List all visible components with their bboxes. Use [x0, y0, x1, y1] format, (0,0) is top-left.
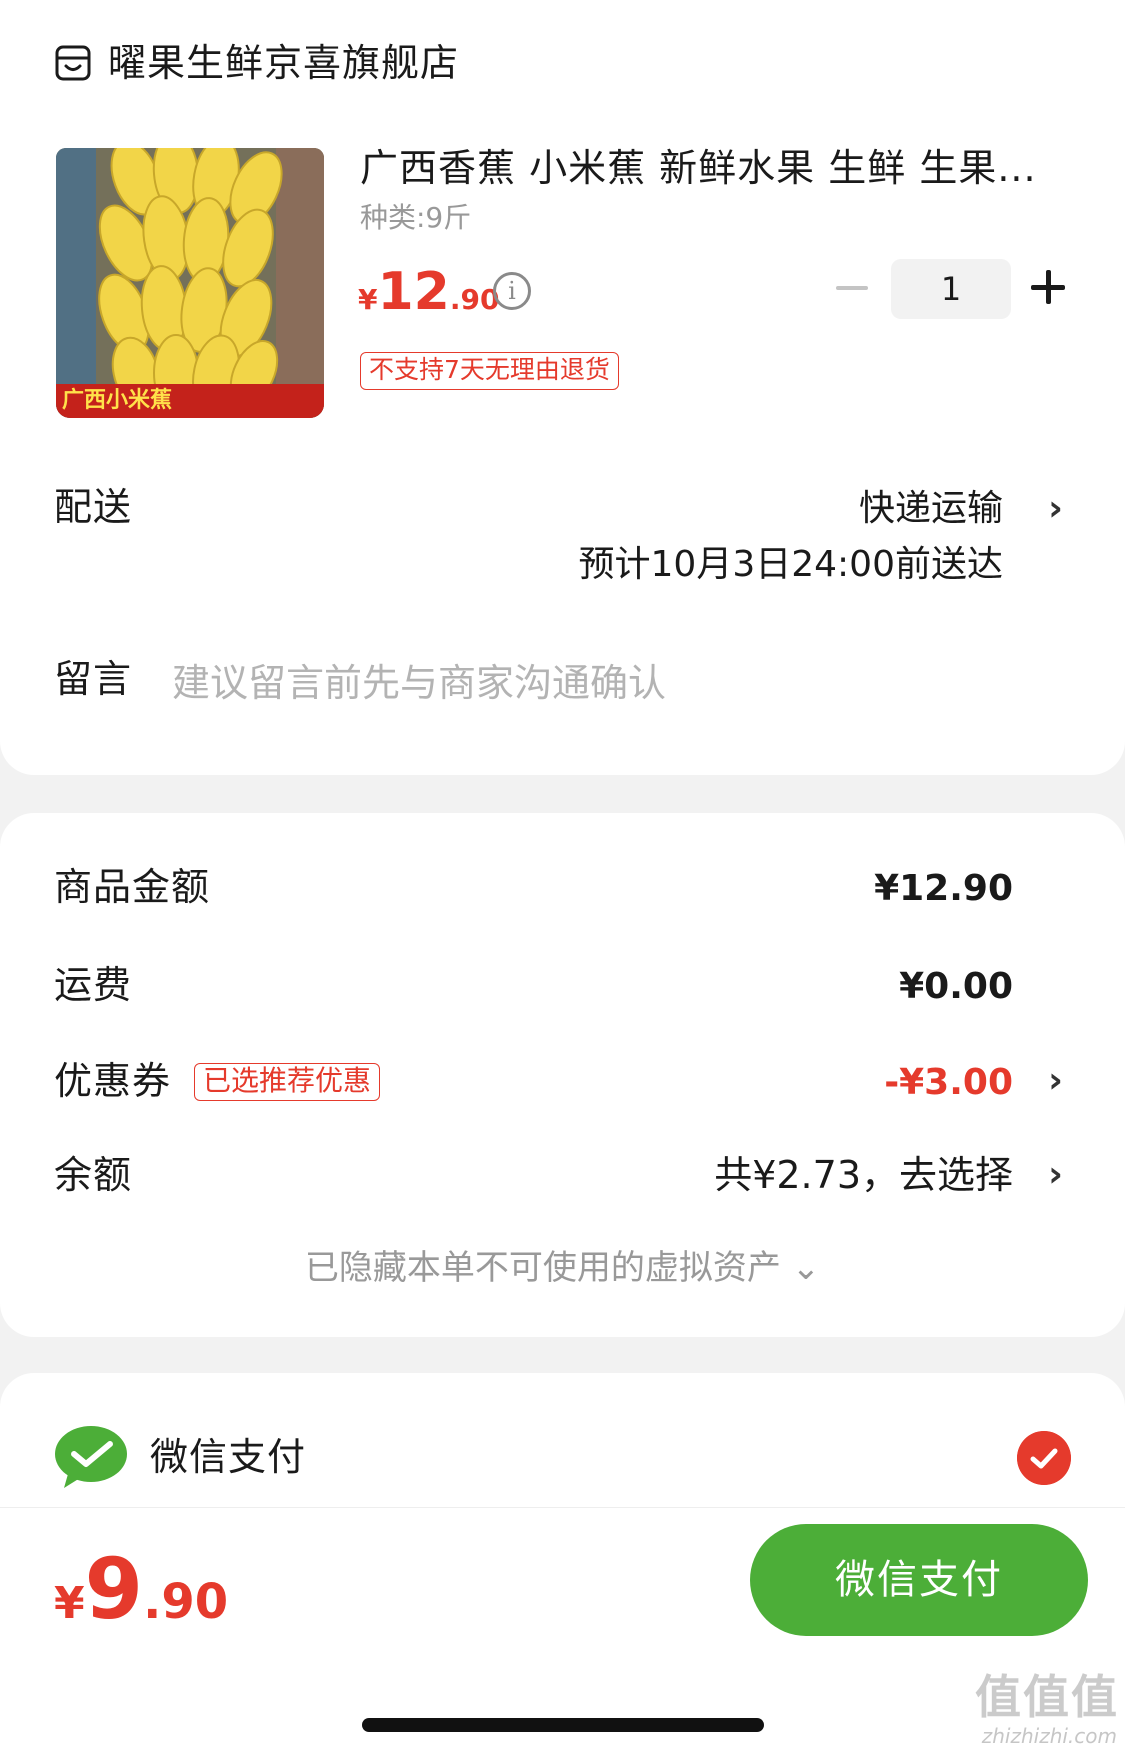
- price-decimal: .90: [449, 283, 500, 316]
- shipping-label: 运费: [54, 963, 133, 1007]
- delivery-method[interactable]: 快递运输: [859, 486, 1003, 532]
- watermark-logo: 值值值: [975, 1670, 1119, 1724]
- wechat-pay-button[interactable]: 微信支付: [750, 1524, 1088, 1636]
- watermark-url: zhizhizhi.com: [981, 1724, 1117, 1748]
- hidden-assets-toggle[interactable]: 已隐藏本单不可使用的虚拟资产 ⌄: [0, 1246, 1125, 1290]
- home-indicator[interactable]: [362, 1718, 764, 1732]
- product-title[interactable]: 广西香蕉 小米蕉 新鲜水果 生鲜 生果...: [360, 144, 1060, 192]
- goods-amount: ¥12.90: [874, 868, 1013, 909]
- price-currency: ¥: [358, 283, 378, 316]
- wechat-pay-label[interactable]: 微信支付: [150, 1434, 306, 1480]
- product-image-tag: 广西小米蕉: [56, 384, 324, 418]
- coupon-chevron-icon[interactable]: ›: [1048, 1058, 1063, 1104]
- info-icon[interactable]: i: [493, 272, 531, 310]
- balance-value[interactable]: 共¥2.73，去选择: [714, 1152, 1013, 1198]
- product-image[interactable]: 广西小米蕉: [56, 148, 324, 418]
- order-card: 曜果生鲜京喜旗舰店 广西小米蕉 广西香蕉 小米蕉 新鲜水果 生鲜 生果... 种…: [0, 0, 1125, 775]
- message-input[interactable]: [172, 658, 1052, 708]
- balance-chevron-icon[interactable]: ›: [1048, 1152, 1063, 1198]
- selected-check-icon[interactable]: [1017, 1431, 1071, 1485]
- delivery-label: 配送: [54, 485, 133, 529]
- wechat-pay-icon: [55, 1426, 127, 1488]
- total-decimal: .90: [143, 1574, 229, 1630]
- price-integer: 12: [377, 262, 450, 322]
- shipping-amount: ¥0.00: [899, 966, 1013, 1007]
- total-currency: ¥: [54, 1578, 85, 1629]
- coupon-badge: 已选推荐优惠: [194, 1063, 381, 1101]
- delivery-chevron-icon[interactable]: ›: [1048, 486, 1063, 532]
- increase-quantity-button[interactable]: [1031, 270, 1065, 304]
- decrease-quantity-button[interactable]: [836, 286, 868, 290]
- message-label: 留言: [54, 657, 133, 701]
- coupon-amount[interactable]: -¥3.00: [884, 1060, 1013, 1106]
- total-price: ¥9.90: [54, 1540, 228, 1638]
- total-integer: 9: [84, 1540, 144, 1638]
- balance-label[interactable]: 余额: [54, 1152, 132, 1198]
- quantity-field[interactable]: 1: [891, 259, 1011, 319]
- coupon-label[interactable]: 优惠券: [54, 1058, 171, 1104]
- banana-image: [56, 148, 324, 418]
- product-spec[interactable]: 种类:9斤: [360, 200, 471, 236]
- goods-amount-label: 商品金额: [54, 865, 211, 909]
- product-price: ¥12.90: [358, 262, 499, 322]
- delivery-eta: 预计10月3日24:00前送达: [578, 544, 1003, 585]
- shop-name[interactable]: 曜果生鲜京喜旗舰店: [108, 40, 459, 86]
- return-policy-badge: 不支持7天无理由退货: [360, 352, 619, 390]
- store-icon: [55, 45, 91, 81]
